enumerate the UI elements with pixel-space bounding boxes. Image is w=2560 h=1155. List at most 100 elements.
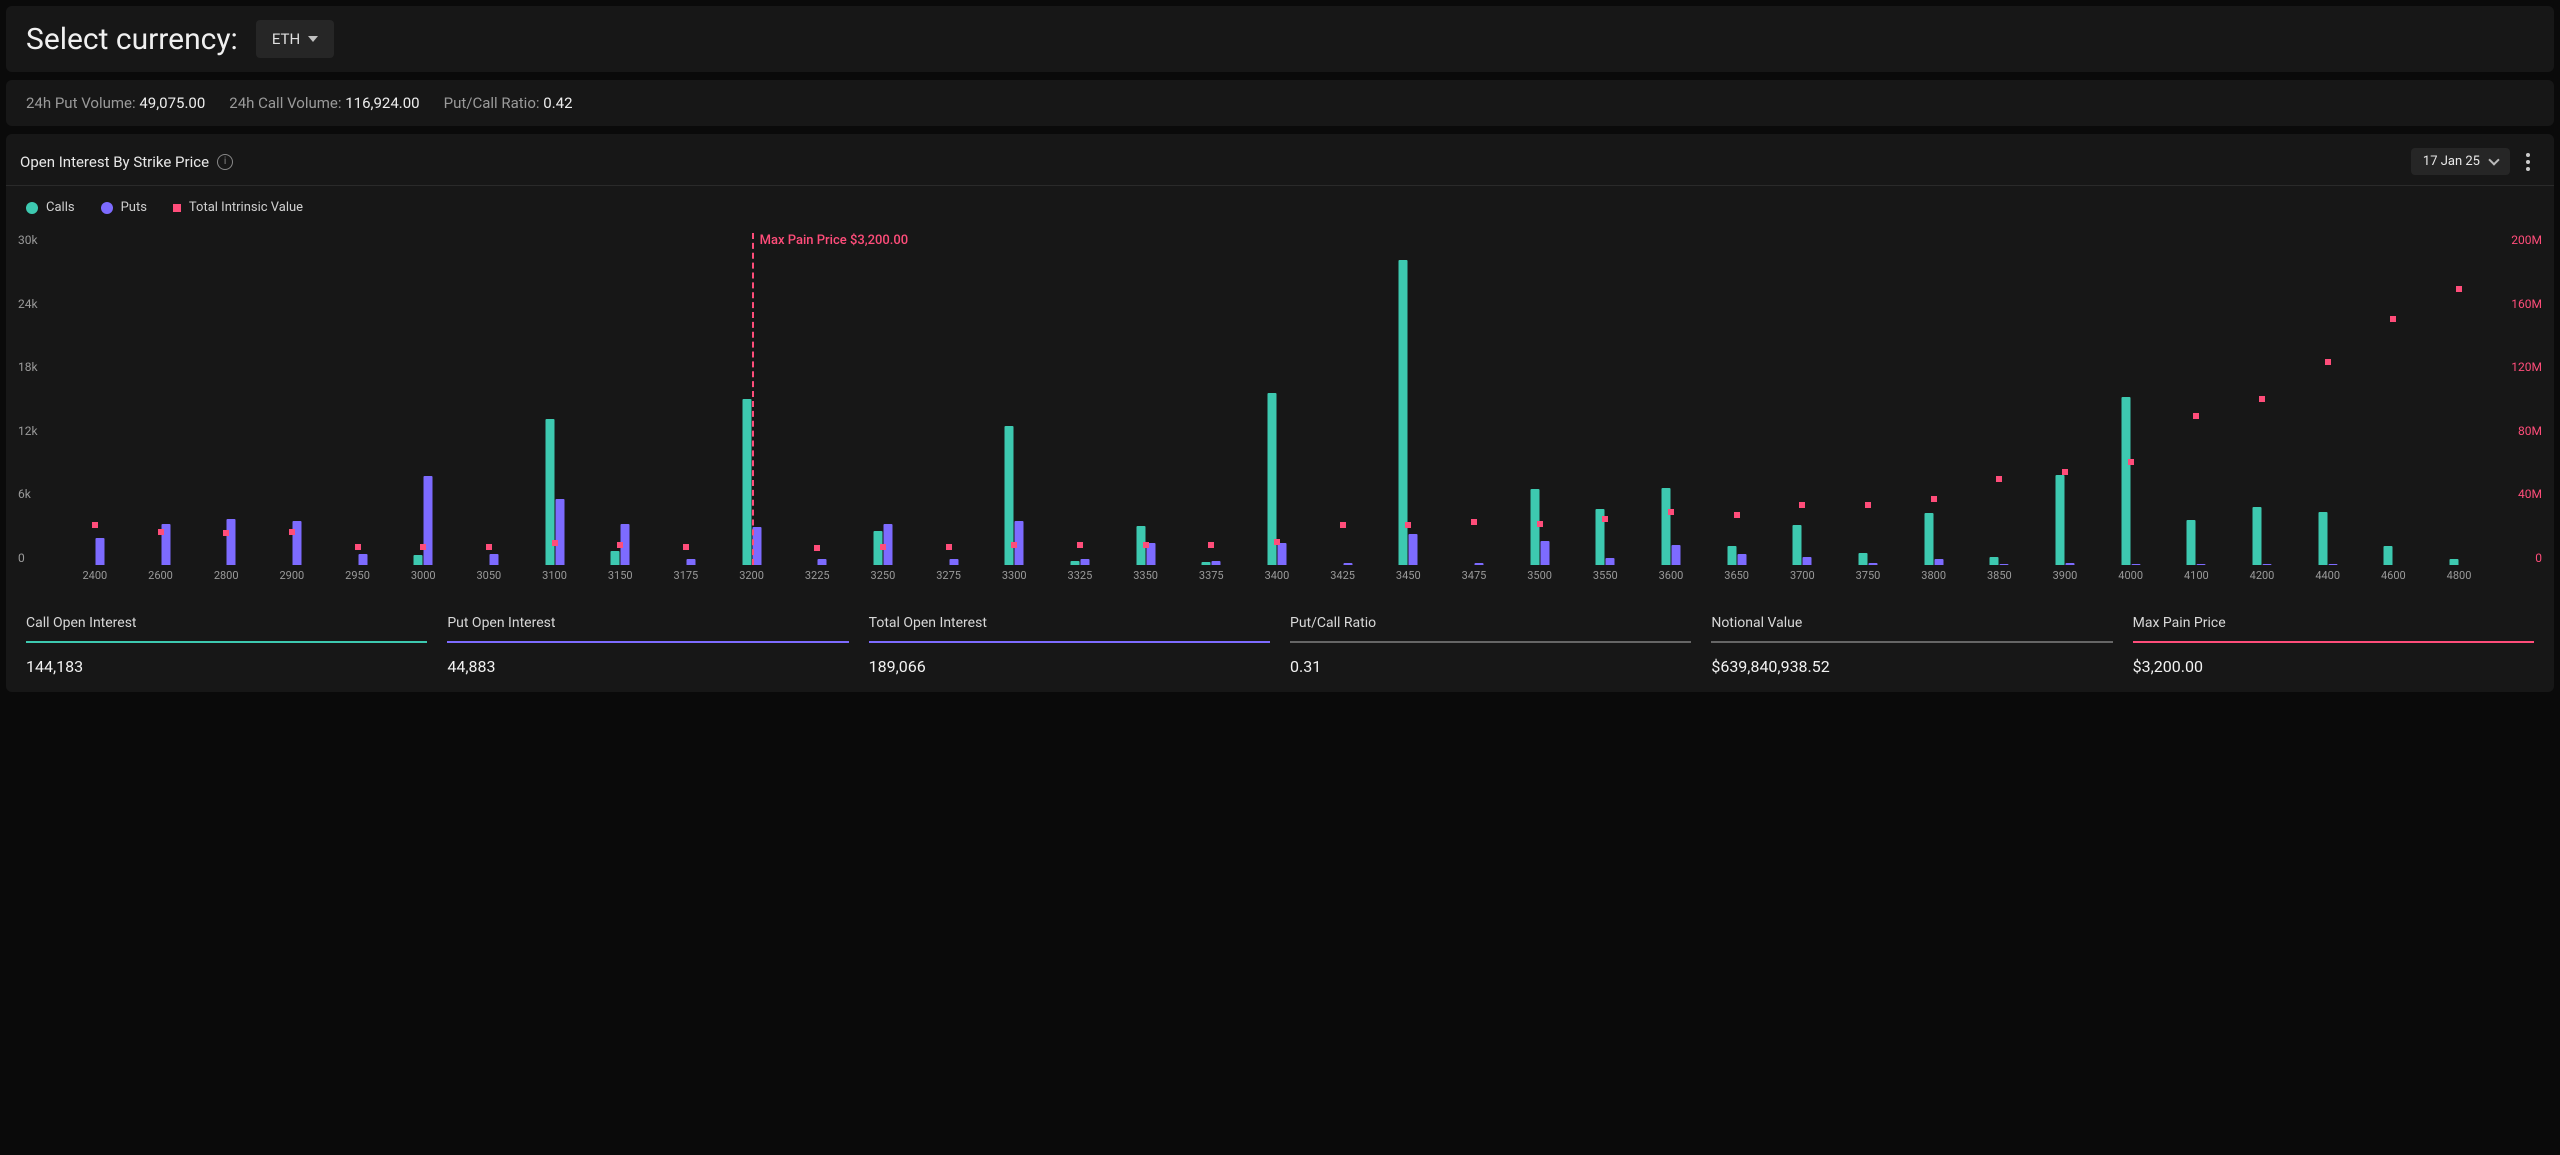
stat-put-volume: 24h Put Volume: 49,075.00 — [26, 94, 205, 112]
currency-select[interactable]: ETH — [256, 20, 334, 58]
legend-puts[interactable]: Puts — [101, 200, 147, 215]
x-tick: 3475 — [1441, 569, 1507, 593]
x-tick: 3550 — [1572, 569, 1638, 593]
legend-intrinsic[interactable]: Total Intrinsic Value — [173, 200, 303, 215]
bar-group[interactable] — [939, 559, 958, 565]
intrinsic-dot — [2128, 459, 2134, 465]
bar-group[interactable] — [1662, 488, 1681, 565]
bar-calls — [1793, 525, 1802, 565]
x-tick: 3200 — [719, 569, 785, 593]
x-tick: 3050 — [456, 569, 522, 593]
intrinsic-dot — [814, 545, 820, 551]
summary-divider — [2133, 641, 2534, 643]
y-right-tick: 120M — [2502, 360, 2542, 374]
intrinsic-dot — [1865, 502, 1871, 508]
bar-group[interactable] — [2121, 397, 2140, 565]
intrinsic-dot — [552, 540, 558, 546]
chart-title: Open Interest By Strike Price — [20, 153, 209, 171]
maxpain-line — [752, 233, 754, 565]
intrinsic-dot — [2325, 359, 2331, 365]
x-tick: 3250 — [850, 569, 916, 593]
bar-puts — [2000, 564, 2009, 565]
bar-puts — [424, 476, 433, 565]
bar-puts — [1475, 563, 1484, 565]
stat-ratio: Put/Call Ratio: 0.42 — [444, 94, 573, 112]
x-tick: 3800 — [1901, 569, 1967, 593]
intrinsic-dot — [2390, 316, 2396, 322]
x-tick: 2600 — [128, 569, 194, 593]
bar-group[interactable] — [2253, 507, 2272, 565]
bar-group[interactable] — [1465, 563, 1484, 565]
date-select[interactable]: 17 Jan 25 — [2411, 148, 2510, 175]
intrinsic-dot — [1077, 542, 1083, 548]
x-tick: 3000 — [390, 569, 456, 593]
x-tick: 2800 — [193, 569, 259, 593]
intrinsic-dot — [1734, 512, 1740, 518]
intrinsic-dot — [1537, 521, 1543, 527]
intrinsic-dot — [1274, 539, 1280, 545]
bar-group[interactable] — [1202, 561, 1221, 565]
intrinsic-dot — [1011, 542, 1017, 548]
bar-puts — [2066, 563, 2075, 565]
intrinsic-dot — [420, 544, 426, 550]
bar-calls — [2253, 507, 2262, 565]
bar-group[interactable] — [1793, 525, 1812, 565]
x-axis: 2400260028002900295030003050310031503175… — [62, 569, 2492, 593]
intrinsic-dot — [355, 544, 361, 550]
plot-area: Max Pain Price $3,200.00 — [62, 233, 2492, 565]
bar-puts — [489, 554, 498, 565]
bar-calls — [1990, 557, 1999, 565]
bar-group[interactable] — [348, 554, 367, 565]
intrinsic-dot — [2456, 286, 2462, 292]
bar-puts — [1540, 541, 1549, 565]
bar-group[interactable] — [1990, 557, 2009, 565]
bar-group[interactable] — [1859, 553, 1878, 565]
bar-group[interactable] — [1530, 489, 1549, 565]
bar-group[interactable] — [1399, 260, 1418, 565]
bar-group[interactable] — [282, 521, 301, 565]
bar-group[interactable] — [2450, 559, 2469, 565]
x-tick: 3425 — [1310, 569, 1376, 593]
bar-group[interactable] — [1727, 546, 1746, 565]
info-icon[interactable]: i — [217, 154, 233, 170]
x-tick: 3100 — [522, 569, 588, 593]
bar-puts — [1803, 557, 1812, 565]
bar-group[interactable] — [1070, 559, 1089, 565]
x-tick: 3750 — [1835, 569, 1901, 593]
legend-calls[interactable]: Calls — [26, 200, 75, 215]
summary-value: 144,183 — [26, 657, 427, 676]
summary-item: Total Open Interest189,066 — [869, 615, 1270, 676]
bar-calls — [611, 551, 620, 565]
summary-label: Total Open Interest — [869, 615, 1270, 641]
bar-group[interactable] — [217, 519, 236, 565]
bar-group[interactable] — [2384, 546, 2403, 565]
x-tick: 3600 — [1638, 569, 1704, 593]
bar-group[interactable] — [414, 476, 433, 565]
chevron-down-icon — [2488, 154, 2499, 165]
bar-group[interactable] — [2318, 512, 2337, 565]
bar-group[interactable] — [479, 554, 498, 565]
y-left-tick: 12k — [18, 424, 58, 438]
bar-group[interactable] — [2056, 475, 2075, 565]
bar-group[interactable] — [1924, 513, 1943, 565]
currency-panel: Select currency: ETH — [6, 6, 2554, 72]
bar-group[interactable] — [2187, 520, 2206, 565]
x-tick: 3325 — [1047, 569, 1113, 593]
bar-group[interactable] — [676, 559, 695, 565]
bar-group[interactable] — [808, 559, 827, 565]
bar-puts — [1869, 563, 1878, 565]
summary-value: 44,883 — [447, 657, 848, 676]
bar-group[interactable] — [1333, 563, 1352, 565]
y-right-tick: 200M — [2502, 233, 2542, 247]
x-tick: 4800 — [2426, 569, 2492, 593]
bar-group[interactable] — [85, 538, 104, 565]
bar-calls — [2450, 559, 2459, 565]
menu-icon[interactable] — [2522, 149, 2534, 175]
bar-puts — [1080, 559, 1089, 565]
bar-calls — [742, 399, 751, 565]
bar-puts — [1737, 554, 1746, 565]
stat-call-volume: 24h Call Volume: 116,924.00 — [229, 94, 419, 112]
intrinsic-dot — [2259, 396, 2265, 402]
bar-puts — [292, 521, 301, 565]
y-right-tick: 160M — [2502, 297, 2542, 311]
